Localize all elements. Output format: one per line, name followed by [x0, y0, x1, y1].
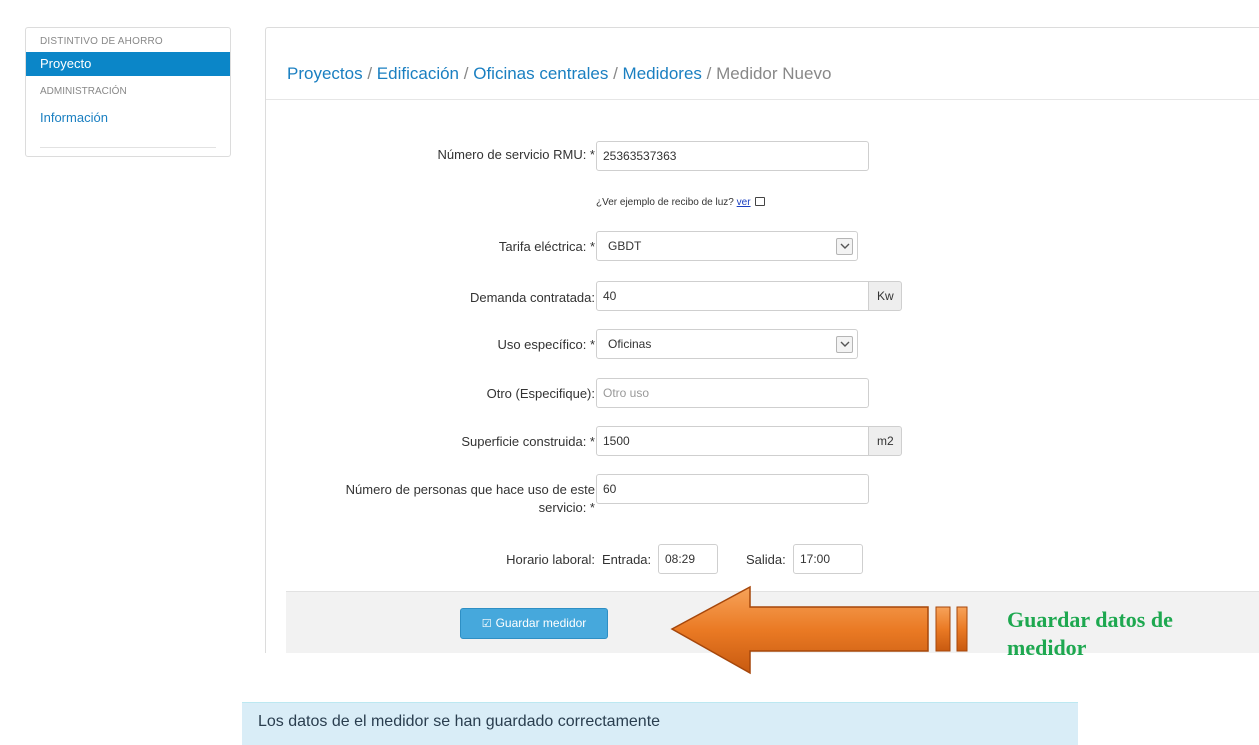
entrada-input[interactable]: 08:29	[658, 544, 718, 574]
receipt-note: ¿Ver ejemplo de recibo de luz? ver	[596, 197, 766, 208]
entrada-label: Entrada:	[602, 552, 652, 567]
external-link-icon[interactable]	[755, 197, 766, 206]
sidebar-section-ahorro: DISTINTIVO DE AHORRO	[40, 36, 163, 47]
breadcrumb-separator: /	[706, 64, 712, 83]
breadcrumb-medidores[interactable]: Medidores	[623, 64, 702, 83]
header-divider	[266, 99, 1259, 100]
superficie-unit: m2	[868, 426, 902, 456]
otro-input[interactable]: Otro uso	[596, 378, 869, 408]
check-icon: ☑	[481, 618, 492, 630]
uso-label: Uso específico: *	[497, 337, 595, 352]
salida-label: Salida:	[746, 552, 786, 567]
save-meter-button-label: Guardar medidor	[495, 616, 587, 630]
personas-label-line1: Número de personas que hace uso de este	[345, 482, 595, 497]
superficie-input[interactable]: 1500	[596, 426, 869, 456]
sidebar-section-administracion: ADMINISTRACIÓN	[40, 86, 127, 97]
superficie-label: Superficie construida: *	[461, 434, 595, 449]
breadcrumb-separator: /	[613, 64, 618, 83]
breadcrumb-proyectos[interactable]: Proyectos	[287, 64, 363, 83]
breadcrumb-oficinas-centrales[interactable]: Oficinas centrales	[473, 64, 608, 83]
breadcrumb-separator: /	[367, 64, 373, 83]
breadcrumb: Proyectos / Edificación / Oficinas centr…	[287, 64, 831, 84]
success-alert: Los datos de el medidor se han guardado …	[242, 702, 1078, 745]
demanda-input[interactable]: 40	[596, 281, 869, 311]
tarifa-label: Tarifa eléctrica: *	[498, 239, 595, 254]
uso-select[interactable]: Oficinas	[596, 329, 858, 359]
personas-input[interactable]: 60	[596, 474, 869, 504]
sidebar-divider	[40, 147, 216, 148]
horario-label: Horario laboral:	[506, 552, 595, 567]
personas-label: Número de personas que hace uso de este …	[300, 481, 595, 517]
sidebar: DISTINTIVO DE AHORRO Proyecto ADMINISTRA…	[25, 27, 231, 157]
breadcrumb-current: Medidor Nuevo	[716, 64, 832, 83]
breadcrumb-edificacion[interactable]: Edificación	[377, 64, 459, 83]
otro-label: Otro (Especifique):	[486, 386, 595, 401]
breadcrumb-separator: /	[463, 64, 469, 83]
salida-input[interactable]: 17:00	[793, 544, 863, 574]
rmu-input[interactable]: 25363537363	[596, 141, 869, 171]
uso-select-value: Oficinas	[608, 337, 652, 351]
demanda-label: Demanda contratada:	[469, 290, 595, 305]
sidebar-item-informacion[interactable]: Información	[26, 106, 230, 130]
save-meter-button[interactable]: ☑ Guardar medidor	[460, 608, 608, 639]
tarifa-select[interactable]: GBDT	[596, 231, 858, 261]
chevron-down-icon	[836, 238, 853, 255]
sidebar-item-proyecto[interactable]: Proyecto	[26, 52, 230, 76]
rmu-label: Número de servicio RMU: *	[437, 147, 596, 162]
left-arrow-annotation-icon	[670, 585, 968, 675]
annotation-text: Guardar datos de medidor	[1007, 607, 1173, 660]
receipt-note-text: ¿Ver ejemplo de recibo de luz?	[596, 197, 734, 208]
chevron-down-icon	[836, 336, 853, 353]
personas-label-line2: servicio: *	[538, 500, 595, 515]
tarifa-select-value: GBDT	[608, 239, 642, 253]
demanda-unit: Kw	[868, 281, 902, 311]
receipt-link[interactable]: ver	[737, 197, 751, 208]
